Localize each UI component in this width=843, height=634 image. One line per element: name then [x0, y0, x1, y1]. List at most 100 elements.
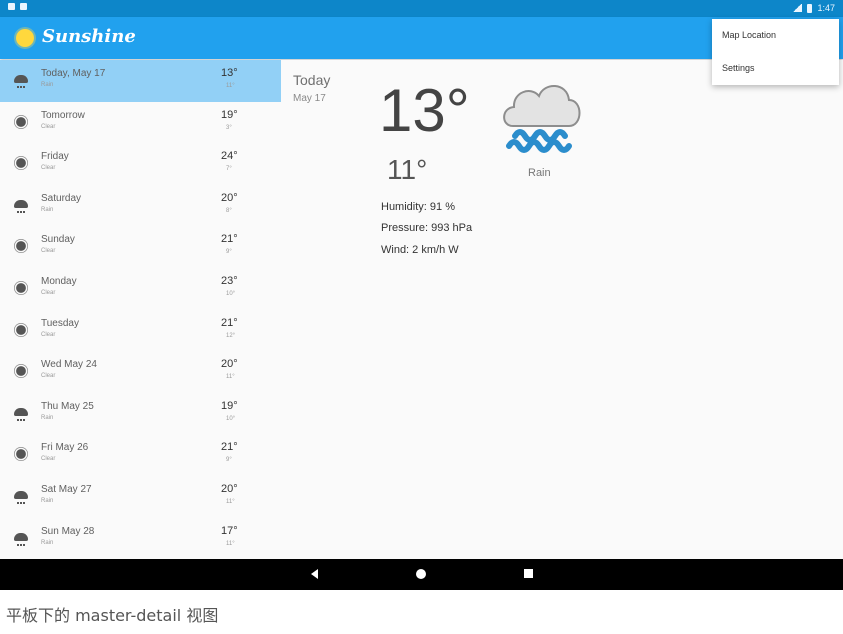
detail-pane: Today May 17 13° 11° Humidity: 91 % Pres… [281, 60, 843, 559]
forecast-list-item[interactable]: Friday Clear 24° 7° [0, 143, 281, 185]
forecast-list-item[interactable]: Sunday Clear 21° 9° [0, 226, 281, 268]
forecast-high-temp: 20° [221, 358, 238, 371]
forecast-low-temp: 11° [226, 374, 235, 381]
sun-icon [16, 158, 26, 169]
forecast-description: Clear [41, 123, 56, 130]
forecast-list-item[interactable]: Monday Clear 23° 10° [0, 268, 281, 310]
forecast-description: Clear [41, 165, 56, 172]
system-status: 1:47 [792, 3, 835, 13]
tablet-screen: 1:47 Sunshine Map Location Settings Toda… [0, 0, 843, 590]
forecast-high-temp: 19° [221, 108, 238, 121]
clock: 1:47 [817, 3, 835, 13]
forecast-description: Rain [41, 206, 54, 213]
status-bar: 1:47 [0, 0, 843, 17]
forecast-description: Clear [41, 456, 56, 463]
menu-item-map-location[interactable]: Map Location [712, 19, 839, 52]
detail-high-temp: 13° [379, 77, 470, 144]
forecast-list: Today, May 17 Rain 13° 11° Tomorrow Clear 19° 3… [0, 60, 281, 559]
sun-icon [16, 449, 26, 460]
forecast-high-temp: 23° [221, 274, 238, 287]
detail-wind: Wind: 2 km/h W [381, 244, 459, 256]
overflow-menu: Map Location Settings [712, 19, 839, 85]
forecast-description: Rain [41, 497, 54, 504]
detail-day: Today [293, 72, 331, 88]
forecast-day: Thu May 25 [41, 400, 94, 412]
forecast-high-temp: 21° [221, 441, 238, 454]
forecast-low-temp: 9° [226, 457, 232, 464]
forecast-high-temp: 20° [221, 191, 238, 204]
forecast-list-item[interactable]: Thu May 25 Rain 19° 10° [0, 393, 281, 435]
battery-icon [807, 3, 813, 13]
forecast-description: Clear [41, 331, 56, 338]
rain-icon [14, 531, 28, 546]
rain-cloud-icon [503, 85, 581, 153]
forecast-list-item[interactable]: Tuesday Clear 21° 12° [0, 310, 281, 352]
forecast-list-item[interactable]: Sat May 27 Rain 20° 11° [0, 476, 281, 518]
forecast-description: Rain [41, 82, 54, 88]
notification-icons [8, 3, 27, 10]
forecast-day: Monday [41, 275, 77, 287]
forecast-day: Sat May 27 [41, 483, 92, 495]
forecast-list-item[interactable]: Tomorrow Clear 19° 3° [0, 102, 281, 144]
forecast-description: Clear [41, 248, 56, 255]
forecast-high-temp: 13° [221, 67, 238, 79]
forecast-low-temp: 11° [226, 540, 235, 547]
forecast-day: Tuesday [41, 317, 79, 329]
rain-icon [14, 489, 28, 504]
detail-date: May 17 [293, 93, 326, 104]
forecast-day: Tomorrow [41, 109, 85, 121]
rain-icon [14, 73, 28, 88]
sun-icon [16, 366, 26, 377]
sun-logo-icon [16, 29, 34, 47]
forecast-description: Clear [41, 373, 56, 380]
sun-icon [16, 283, 26, 293]
detail-humidity: Humidity: 91 % [381, 201, 455, 213]
detail-condition: Rain [528, 167, 551, 179]
home-icon[interactable] [416, 569, 426, 579]
forecast-list-item[interactable]: Wed May 24 Clear 20° 11° [0, 351, 281, 393]
signal-icon [792, 4, 803, 12]
forecast-day: Sun May 28 [41, 525, 95, 537]
menu-item-settings[interactable]: Settings [712, 52, 839, 85]
forecast-day: Wed May 24 [41, 359, 97, 371]
forecast-low-temp: 11° [226, 83, 235, 89]
figure-caption: 平板下的 master-detail 视图 [6, 606, 219, 625]
detail-pressure: Pressure: 993 hPa [381, 222, 473, 234]
rain-icon [14, 198, 28, 213]
notification-icon [20, 3, 27, 10]
forecast-low-temp: 7° [226, 166, 232, 173]
forecast-low-temp: 10° [226, 290, 236, 297]
forecast-low-temp: 9° [226, 249, 232, 256]
forecast-high-temp: 17° [221, 524, 238, 537]
forecast-low-temp: 3° [226, 124, 232, 131]
forecast-day: Today, May 17 [41, 68, 106, 79]
navigation-bar [0, 559, 843, 590]
sun-icon [16, 324, 26, 335]
forecast-description: Rain [41, 539, 54, 546]
recent-apps-icon[interactable] [524, 569, 533, 578]
sun-icon [16, 116, 26, 127]
detail-low-temp: 11° [387, 154, 428, 185]
forecast-list-item[interactable]: Sun May 28 Rain 17° 11° [0, 518, 281, 560]
forecast-day: Sunday [41, 234, 75, 246]
forecast-list-item[interactable]: Saturday Rain 20° 8° [0, 185, 281, 227]
forecast-low-temp: 12° [226, 332, 236, 339]
forecast-list-item[interactable]: Fri May 26 Clear 21° 9° [0, 434, 281, 476]
forecast-low-temp: 8° [226, 207, 232, 214]
forecast-low-temp: 10° [226, 415, 236, 422]
forecast-high-temp: 21° [221, 233, 238, 246]
app-title: Sunshine [42, 26, 136, 47]
forecast-description: Clear [41, 289, 56, 296]
forecast-list-item[interactable]: Today, May 17 Rain 13° 11° [0, 60, 281, 102]
forecast-high-temp: 20° [221, 482, 238, 495]
forecast-high-temp: 19° [221, 399, 238, 412]
notification-icon [8, 3, 15, 10]
rain-icon [14, 406, 28, 421]
back-icon[interactable] [311, 569, 318, 579]
sun-icon [16, 241, 26, 252]
forecast-low-temp: 11° [226, 498, 235, 505]
forecast-day: Fri May 26 [41, 442, 89, 454]
forecast-high-temp: 21° [221, 316, 238, 329]
forecast-description: Rain [41, 414, 54, 421]
forecast-high-temp: 24° [221, 150, 238, 163]
